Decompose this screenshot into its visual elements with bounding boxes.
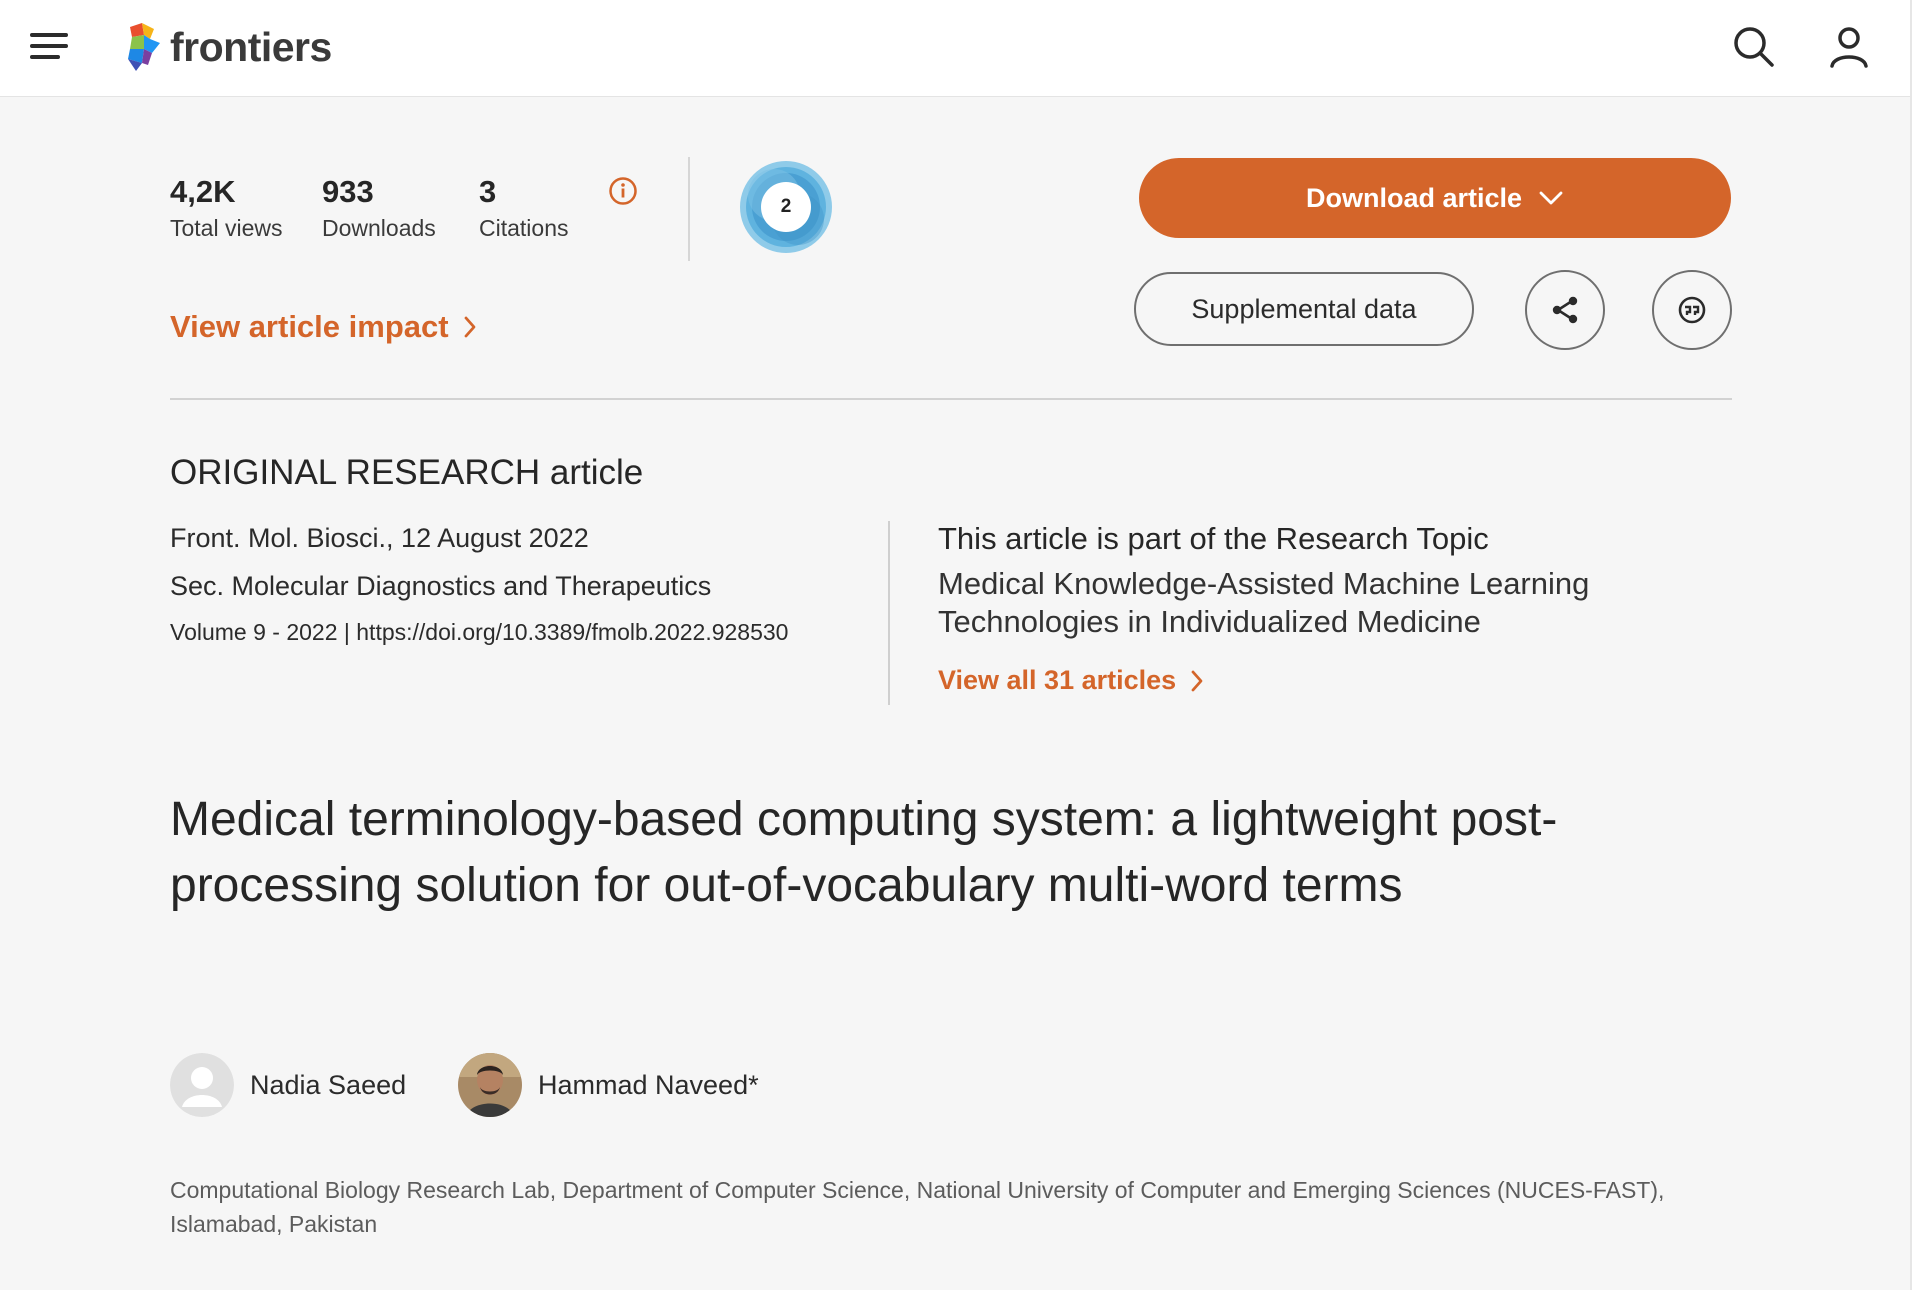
altmetric-score: 2 [780, 196, 792, 217]
view-article-impact-label: View article impact [170, 309, 449, 344]
view-all-articles-link[interactable]: View all 31 articles [938, 665, 1204, 696]
total-views-label: Total views [170, 215, 283, 241]
cite-button[interactable] [1652, 270, 1732, 350]
research-topic-heading: This article is part of the Research Top… [938, 521, 1489, 556]
research-topic-title[interactable]: Medical Knowledge-Assisted Machine Learn… [938, 565, 1698, 641]
volume-doi[interactable]: Volume 9 - 2022 | https://doi.org/10.338… [170, 619, 788, 646]
frontiers-logo-icon [128, 23, 160, 71]
author-name: Hammad Naveed* [538, 1069, 759, 1100]
supplemental-data-label: Supplemental data [1191, 293, 1417, 324]
avatar-placeholder [170, 1053, 234, 1117]
research-topic-divider [888, 521, 890, 705]
chevron-right-icon [464, 316, 475, 338]
chevron-down-icon [1539, 191, 1563, 205]
citations-label: Citations [479, 215, 569, 241]
author-item[interactable]: Nadia Saeed [170, 1053, 406, 1117]
search-icon[interactable] [1731, 24, 1777, 70]
supplemental-data-button[interactable]: Supplemental data [1134, 272, 1474, 346]
author-name: Nadia Saeed [250, 1069, 407, 1100]
metrics-divider [688, 157, 690, 261]
journal-section[interactable]: Sec. Molecular Diagnostics and Therapeut… [170, 571, 711, 602]
download-article-label: Download article [1305, 182, 1523, 213]
user-avatar-icon [170, 1053, 234, 1117]
total-views-value: 4,2K [170, 174, 236, 209]
article-type: ORIGINAL RESEARCH article [170, 453, 644, 492]
share-icon [1552, 296, 1578, 324]
user-icon[interactable] [1826, 24, 1872, 70]
share-button[interactable] [1525, 270, 1605, 350]
downloads-value: 933 [322, 174, 374, 209]
author-photo-icon [458, 1053, 522, 1117]
total-views-metric: 4,2K Total views [170, 173, 282, 242]
info-icon[interactable] [608, 176, 638, 206]
downloads-label: Downloads [322, 215, 436, 241]
download-article-button[interactable]: Download article [1139, 158, 1731, 238]
altmetric-badge[interactable]: 2 [736, 157, 836, 257]
frontiers-logo[interactable]: frontiers [122, 22, 332, 72]
article-header-section: 4,2K Total views 933 Downloads 3 Citatio… [0, 97, 1910, 1290]
downloads-metric: 933 Downloads [322, 173, 436, 242]
author-affiliation: Computational Biology Research Lab, Depa… [170, 1177, 1665, 1237]
citations-metric: 3 Citations [479, 173, 568, 242]
author-item[interactable]: Hammad Naveed* [458, 1053, 759, 1117]
section-divider [170, 398, 1732, 400]
menu-icon[interactable] [30, 31, 70, 61]
article-page: frontiers 4,2K Total views 933 Downloads… [0, 0, 1912, 1290]
view-all-articles-label: View all 31 articles [938, 665, 1177, 695]
chevron-right-icon [1191, 670, 1203, 691]
avatar-photo [458, 1053, 522, 1117]
quote-icon [1678, 296, 1706, 324]
journal-date: Front. Mol. Biosci., 12 August 2022 [170, 523, 589, 553]
logo-wordmark: frontiers [170, 23, 332, 70]
citations-value: 3 [479, 174, 497, 209]
top-navigation-bar: frontiers [0, 0, 1910, 97]
article-title: Medical terminology-based computing syst… [170, 793, 1558, 912]
view-article-impact-link[interactable]: View article impact [170, 309, 477, 345]
